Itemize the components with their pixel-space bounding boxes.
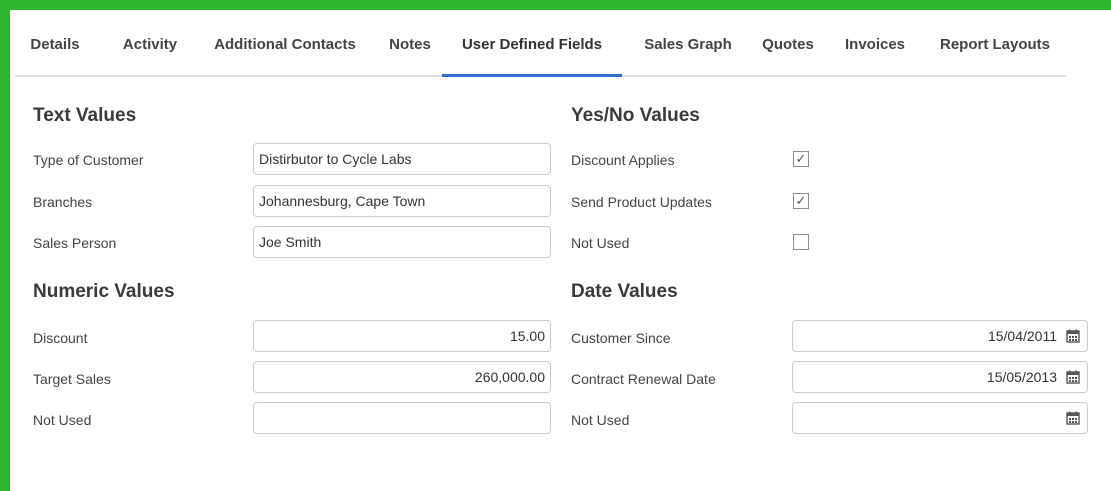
tab-bar: Details Activity Additional Contacts Not… [15, 20, 1066, 77]
target-sales-label: Target Sales [33, 371, 111, 387]
yesno-not-used-checkbox[interactable] [793, 234, 809, 250]
contract-renewal-date-value: 15/05/2013 [986, 369, 1057, 385]
sales-person-field[interactable]: Joe Smith [253, 226, 551, 258]
frame-border-top [0, 0, 1111, 10]
customer-since-date-field[interactable]: 15/04/2011 [792, 320, 1088, 352]
target-sales-field[interactable]: 260,000.00 [253, 361, 551, 393]
type-of-customer-label: Type of Customer [33, 152, 144, 168]
calendar-icon[interactable] [1066, 411, 1080, 425]
tab-additional-contacts[interactable]: Additional Contacts [200, 20, 370, 75]
tab-notes[interactable]: Notes [380, 20, 440, 75]
branches-field[interactable]: Johannesburg, Cape Town [253, 185, 551, 217]
numeric-values-heading: Numeric Values [33, 281, 175, 302]
send-product-updates-label: Send Product Updates [571, 194, 712, 210]
discount-applies-checkbox[interactable]: ✓ [793, 151, 809, 167]
discount-field[interactable]: 15.00 [253, 320, 551, 352]
tab-details[interactable]: Details [15, 20, 95, 75]
tab-quotes[interactable]: Quotes [753, 20, 823, 75]
tab-sales-graph[interactable]: Sales Graph [633, 20, 743, 75]
calendar-icon[interactable] [1066, 329, 1080, 343]
branches-label: Branches [33, 194, 93, 210]
discount-label: Discount [33, 330, 88, 346]
numeric-not-used-label: Not Used [33, 412, 92, 428]
calendar-icon[interactable] [1066, 370, 1080, 384]
yes-no-values-heading: Yes/No Values [571, 105, 700, 126]
date-values-heading: Date Values [571, 281, 678, 302]
contract-renewal-date-label: Contract Renewal Date [571, 371, 716, 387]
discount-applies-label: Discount Applies [571, 152, 675, 168]
sales-person-label: Sales Person [33, 235, 117, 251]
frame-border-left [0, 0, 10, 491]
tab-activity[interactable]: Activity [110, 20, 190, 75]
date-not-used-field[interactable] [792, 402, 1088, 434]
contract-renewal-date-field[interactable]: 15/05/2013 [792, 361, 1088, 393]
customer-since-value: 15/04/2011 [987, 328, 1057, 344]
tab-user-defined-fields[interactable]: User Defined Fields [442, 20, 622, 77]
yesno-not-used-label: Not Used [571, 235, 630, 251]
customer-since-label: Customer Since [571, 330, 671, 346]
tab-report-layouts[interactable]: Report Layouts [930, 20, 1060, 75]
type-of-customer-field[interactable]: Distirbutor to Cycle Labs [253, 143, 551, 175]
numeric-not-used-field[interactable] [253, 402, 551, 434]
date-not-used-label: Not Used [571, 412, 630, 428]
send-product-updates-checkbox[interactable]: ✓ [793, 193, 809, 209]
tab-invoices[interactable]: Invoices [835, 20, 915, 75]
text-values-heading: Text Values [33, 105, 137, 126]
